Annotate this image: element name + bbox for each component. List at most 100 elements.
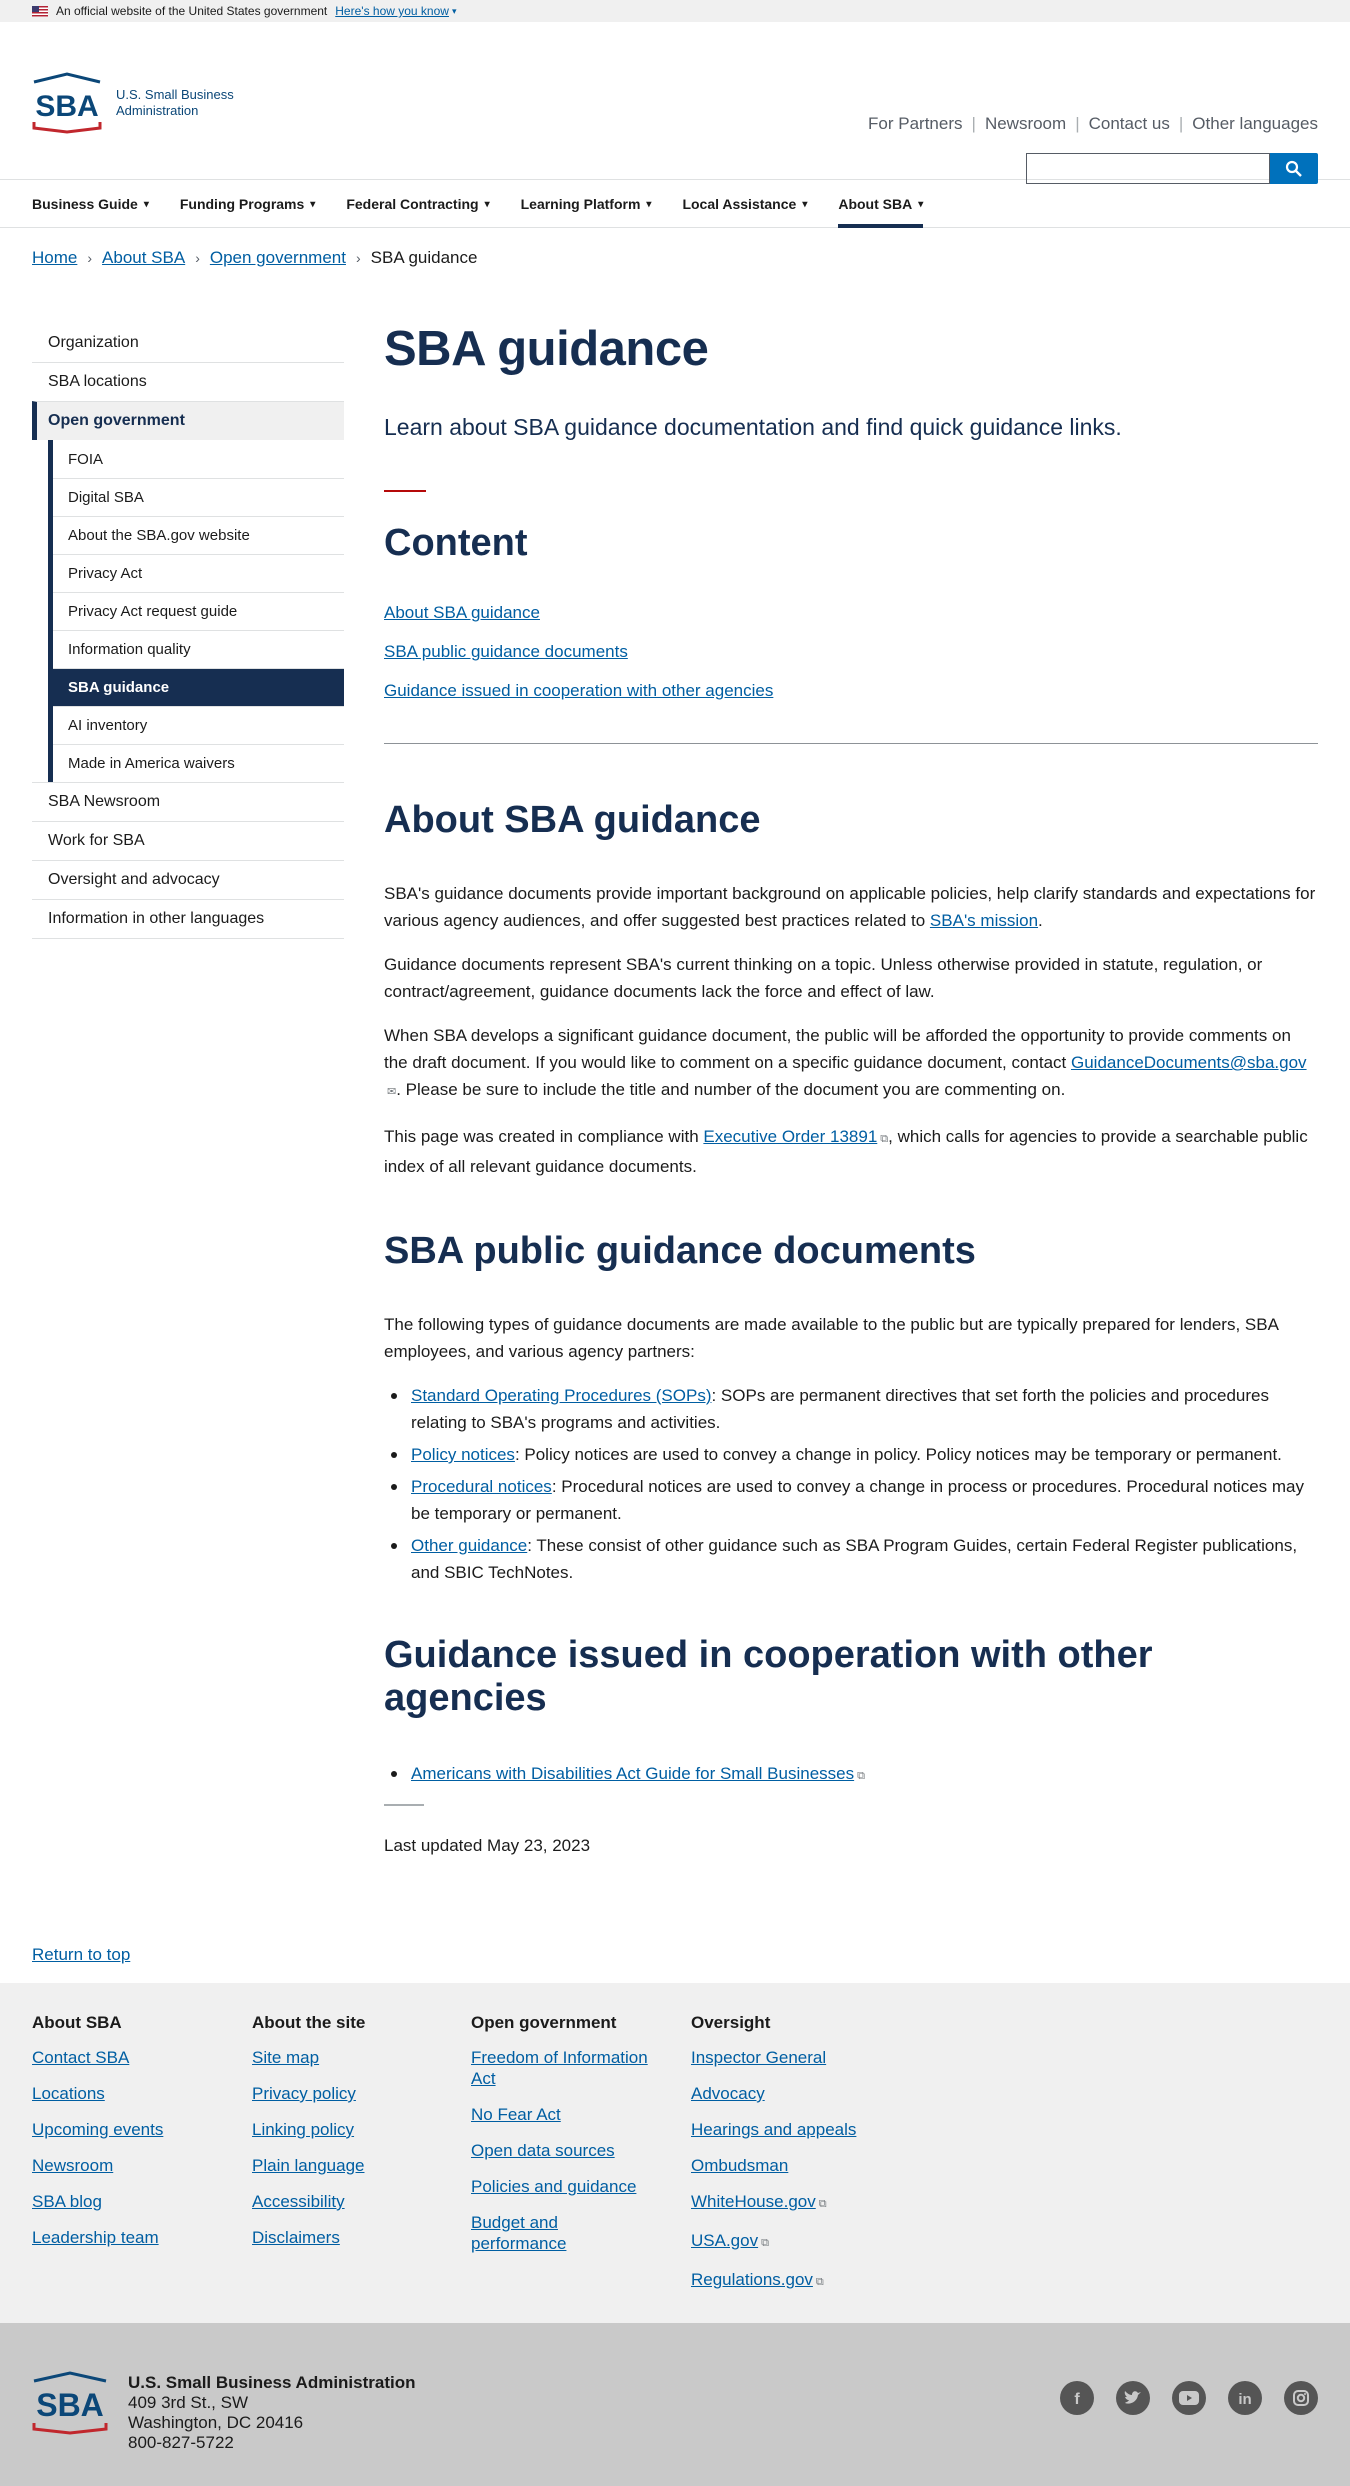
- sba-mission-link[interactable]: SBA's mission: [930, 911, 1038, 930]
- nav-about-sba[interactable]: About SBA ▾: [838, 180, 923, 228]
- search-button[interactable]: [1270, 153, 1318, 184]
- guidance-email-link[interactable]: GuidanceDocuments@sba.gov: [1071, 1053, 1307, 1072]
- executive-order-link[interactable]: Executive Order 13891: [703, 1127, 877, 1146]
- footer-link[interactable]: Regulations.gov: [691, 2270, 813, 2289]
- main-content: SBA guidance Learn about SBA guidance do…: [384, 312, 1318, 1859]
- nav-label: Learning Platform: [520, 196, 641, 212]
- page-lead: Learn about SBA guidance documentation a…: [384, 414, 1122, 440]
- us-flag-icon: [32, 5, 48, 17]
- toc-public-docs-link[interactable]: SBA public guidance documents: [384, 642, 628, 661]
- facebook-icon[interactable]: f: [1060, 2381, 1094, 2415]
- footer-heading: Oversight: [691, 2013, 771, 2032]
- paragraph-text: This page was created in compliance with: [384, 1127, 704, 1146]
- sidenav-organization[interactable]: Organization: [32, 323, 344, 362]
- footer-link[interactable]: Inspector General: [691, 2048, 826, 2067]
- breadcrumb-home[interactable]: Home: [32, 248, 77, 268]
- how-you-know-link[interactable]: Here's how you know: [335, 4, 449, 18]
- nav-learning-platform[interactable]: Learning Platform ▾: [521, 180, 652, 228]
- footer-heading: Open government: [471, 2013, 617, 2032]
- sidenav-oversight-advocacy[interactable]: Oversight and advocacy: [32, 860, 344, 899]
- divider: |: [971, 114, 976, 133]
- footer-link[interactable]: Open data sources: [471, 2141, 615, 2160]
- footer-link[interactable]: Site map: [252, 2048, 319, 2067]
- footer-link[interactable]: Contact SBA: [32, 2048, 129, 2067]
- nav-local-assistance[interactable]: Local Assistance ▾: [682, 180, 807, 228]
- footer-link[interactable]: SBA blog: [32, 2192, 102, 2211]
- nav-business-guide[interactable]: Business Guide ▾: [32, 180, 149, 228]
- footer-link[interactable]: Accessibility: [252, 2192, 345, 2211]
- sop-link[interactable]: Standard Operating Procedures (SOPs): [411, 1386, 711, 1405]
- sidenav-open-government[interactable]: Open government: [32, 401, 344, 440]
- sidenav-made-in-america[interactable]: Made in America waivers: [53, 744, 344, 782]
- toc-cooperation-link[interactable]: Guidance issued in cooperation with othe…: [384, 681, 773, 700]
- footer-link[interactable]: Newsroom: [32, 2156, 113, 2175]
- sba-logo-icon: SBA: [32, 72, 102, 134]
- nav-federal-contracting[interactable]: Federal Contracting ▾: [346, 180, 489, 228]
- sba-logo-icon[interactable]: SBA: [30, 2371, 110, 2435]
- footer-link[interactable]: Hearings and appeals: [691, 2120, 856, 2139]
- newsroom-link[interactable]: Newsroom: [985, 114, 1066, 134]
- for-partners-link[interactable]: For Partners: [868, 114, 962, 134]
- sidenav-ai-inventory[interactable]: AI inventory: [53, 706, 344, 744]
- instagram-icon[interactable]: [1284, 2381, 1318, 2415]
- ada-guide-link[interactable]: Americans with Disabilities Act Guide fo…: [411, 1764, 854, 1783]
- breadcrumb-open-government[interactable]: Open government: [210, 248, 346, 268]
- footer-link[interactable]: Ombudsman: [691, 2156, 788, 2175]
- sidenav-privacy-act[interactable]: Privacy Act: [53, 554, 344, 592]
- sidenav-information-quality[interactable]: Information quality: [53, 630, 344, 668]
- sba-address: U.S. Small Business Administration 409 3…: [128, 2373, 416, 2453]
- footer-heading: About SBA: [32, 2013, 122, 2032]
- sidenav-work-for-sba[interactable]: Work for SBA: [32, 821, 344, 860]
- chevron-down-icon: ▾: [310, 198, 316, 210]
- policy-notices-link[interactable]: Policy notices: [411, 1445, 515, 1464]
- sidenav-sba-newsroom[interactable]: SBA Newsroom: [32, 782, 344, 821]
- footer-link[interactable]: Leadership team: [32, 2228, 159, 2247]
- guidance-types-list: Standard Operating Procedures (SOPs): SO…: [384, 1382, 1318, 1586]
- footer-link[interactable]: Plain language: [252, 2156, 364, 2175]
- sidenav-other-languages[interactable]: Information in other languages: [32, 899, 344, 938]
- procedural-notices-link[interactable]: Procedural notices: [411, 1477, 552, 1496]
- sidenav-sba-locations[interactable]: SBA locations: [32, 362, 344, 401]
- accent-rule: [384, 490, 426, 492]
- return-to-top-link[interactable]: Return to top: [32, 1945, 130, 1965]
- other-guidance-link[interactable]: Other guidance: [411, 1536, 527, 1555]
- footer-link[interactable]: Locations: [32, 2084, 105, 2103]
- sidenav-foia[interactable]: FOIA: [53, 440, 344, 478]
- search-icon: [1285, 160, 1302, 177]
- sidenav-privacy-act-request[interactable]: Privacy Act request guide: [53, 592, 344, 630]
- sidenav-about-website[interactable]: About the SBA.gov website: [53, 516, 344, 554]
- footer-link[interactable]: Budget and performance: [471, 2213, 566, 2253]
- sidenav-digital-sba[interactable]: Digital SBA: [53, 478, 344, 516]
- twitter-icon[interactable]: [1116, 2381, 1150, 2415]
- footer-link[interactable]: Policies and guidance: [471, 2177, 636, 2196]
- chevron-down-icon: ▾: [451, 5, 457, 16]
- nav-funding-programs[interactable]: Funding Programs ▾: [180, 180, 315, 228]
- chevron-down-icon: ▾: [143, 198, 149, 210]
- page-title: SBA guidance: [384, 322, 709, 376]
- sba-logo[interactable]: SBA U.S. Small Business Administration: [30, 72, 234, 134]
- footer-link[interactable]: Freedom of Information Act: [471, 2048, 648, 2088]
- footer-link[interactable]: Linking policy: [252, 2120, 354, 2139]
- breadcrumb-current: SBA guidance: [370, 248, 478, 267]
- breadcrumb-about-sba[interactable]: About SBA: [102, 248, 185, 268]
- contact-us-link[interactable]: Contact us: [1089, 114, 1170, 134]
- footer-link[interactable]: Privacy policy: [252, 2084, 356, 2103]
- footer-link[interactable]: Upcoming events: [32, 2120, 163, 2139]
- sidenav-sba-guidance[interactable]: SBA guidance: [53, 668, 344, 706]
- footer-links: About SBA Contact SBA Locations Upcoming…: [0, 1983, 1350, 2323]
- list-item: Other guidance: These consist of other g…: [384, 1532, 1318, 1586]
- footer-link[interactable]: USA.gov: [691, 2231, 758, 2250]
- other-languages-link[interactable]: Other languages: [1192, 114, 1318, 134]
- nav-label: Funding Programs: [179, 196, 305, 212]
- divider: [32, 938, 344, 939]
- footer-link[interactable]: Advocacy: [691, 2084, 765, 2103]
- search-input[interactable]: [1026, 153, 1270, 184]
- footer-link[interactable]: No Fear Act: [471, 2105, 561, 2124]
- footer-link[interactable]: Disclaimers: [252, 2228, 340, 2247]
- youtube-icon[interactable]: [1172, 2381, 1206, 2415]
- chevron-down-icon: ▾: [802, 198, 808, 210]
- toc-about-link[interactable]: About SBA guidance: [384, 603, 540, 622]
- cooperation-list: Americans with Disabilities Act Guide fo…: [384, 1760, 1318, 1790]
- footer-link[interactable]: WhiteHouse.gov: [691, 2192, 816, 2211]
- linkedin-icon[interactable]: in: [1228, 2381, 1262, 2415]
